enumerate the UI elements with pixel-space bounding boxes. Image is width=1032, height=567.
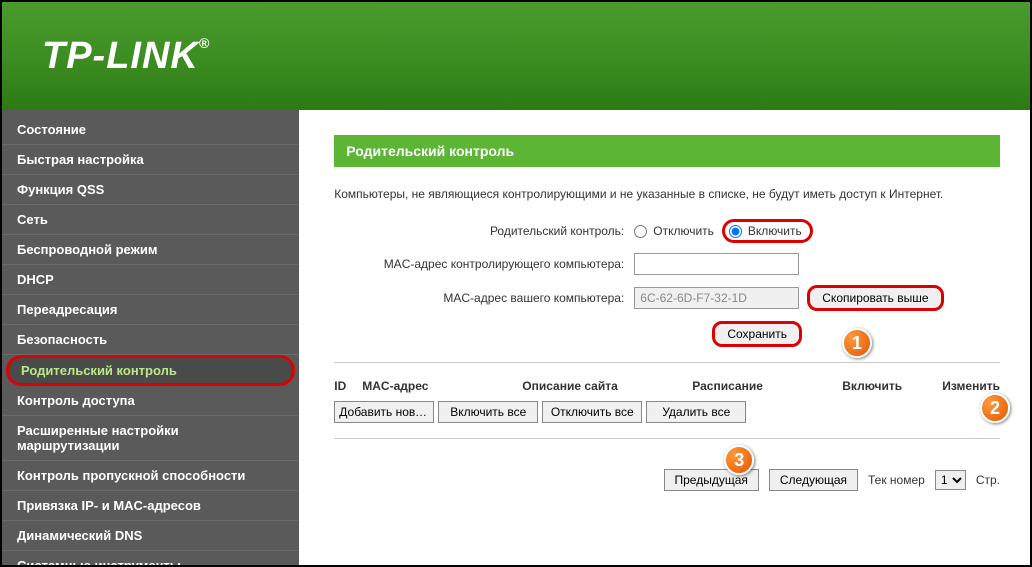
th-id: ID bbox=[334, 379, 362, 393]
main-panel: Родительский контроль Компьютеры, не явл… bbox=[299, 110, 1030, 565]
sidebar-item-dhcp[interactable]: DHCP bbox=[2, 265, 299, 295]
delete-all-button[interactable]: Удалить все bbox=[646, 401, 746, 423]
enable-all-button[interactable]: Включить все bbox=[438, 401, 538, 423]
table-actions: Добавить новую Включить все Отключить вс… bbox=[334, 401, 1000, 423]
page-title: Родительский контроль bbox=[334, 135, 1000, 167]
page-suffix: Стр. bbox=[976, 473, 1000, 487]
sidebar-item-wireless[interactable]: Беспроводной режим bbox=[2, 235, 299, 265]
sidebar-item-ip-mac-binding[interactable]: Привязка IP- и MAC-адресов bbox=[2, 491, 299, 521]
sidebar-item-access-control[interactable]: Контроль доступа bbox=[2, 386, 299, 416]
sidebar-item-quicksetup[interactable]: Быстрая настройка bbox=[2, 145, 299, 175]
save-button[interactable]: Сохранить bbox=[712, 321, 802, 347]
ctrl-mac-input[interactable] bbox=[634, 253, 799, 275]
radio-disable-label: Отключить bbox=[653, 224, 714, 238]
sidebar: Состояние Быстрая настройка Функция QSS … bbox=[2, 110, 299, 565]
label-your-mac: MAC-адрес вашего компьютера: bbox=[334, 291, 634, 305]
copy-above-button[interactable]: Скопировать выше bbox=[807, 285, 943, 311]
sidebar-item-ddns[interactable]: Динамический DNS bbox=[2, 521, 299, 551]
label-ctrl-mac: MAC-адрес контролирующего компьютера: bbox=[334, 257, 634, 271]
header: TP-LINK® bbox=[2, 2, 1030, 110]
your-mac-input bbox=[634, 287, 799, 309]
sidebar-item-routing[interactable]: Расширенные настройки маршрутизации bbox=[2, 416, 299, 461]
callout-1: 1 bbox=[842, 328, 872, 358]
th-sched: Расписание bbox=[692, 379, 842, 393]
th-change: Изменить bbox=[942, 379, 1000, 393]
divider bbox=[334, 438, 1000, 439]
th-desc: Описание сайта bbox=[522, 379, 692, 393]
th-mac: MAC-адрес bbox=[362, 379, 522, 393]
sidebar-item-security[interactable]: Безопасность bbox=[2, 325, 299, 355]
sidebar-item-status[interactable]: Состояние bbox=[2, 115, 299, 145]
sidebar-item-parental-control[interactable]: Родительский контроль bbox=[6, 355, 295, 386]
label-parental-control: Родительский контроль: bbox=[334, 224, 634, 238]
sidebar-item-network[interactable]: Сеть bbox=[2, 205, 299, 235]
callout-2: 2 bbox=[980, 393, 1010, 423]
disable-all-button[interactable]: Отключить все bbox=[542, 401, 642, 423]
divider bbox=[334, 362, 1000, 363]
sidebar-item-system-tools[interactable]: Системные инструменты bbox=[2, 551, 299, 567]
pager: Предыдущая Следующая Тек номер 1 Стр. bbox=[334, 469, 1000, 491]
brand-logo: TP-LINK® bbox=[42, 35, 210, 78]
table-header: ID MAC-адрес Описание сайта Расписание В… bbox=[334, 375, 1000, 397]
th-enable: Включить bbox=[842, 379, 942, 393]
radio-enable-label: Включить bbox=[748, 224, 802, 238]
sidebar-item-bandwidth[interactable]: Контроль пропускной способности bbox=[2, 461, 299, 491]
current-page-label: Тек номер bbox=[868, 473, 925, 487]
add-new-button[interactable]: Добавить новую bbox=[334, 401, 434, 423]
radio-disable[interactable] bbox=[634, 225, 647, 238]
sidebar-item-forwarding[interactable]: Переадресация bbox=[2, 295, 299, 325]
next-page-button[interactable]: Следующая bbox=[769, 469, 858, 491]
radio-enable[interactable] bbox=[729, 225, 742, 238]
info-text: Компьютеры, не являющиеся контролирующим… bbox=[334, 187, 1000, 201]
sidebar-item-qss[interactable]: Функция QSS bbox=[2, 175, 299, 205]
page-select[interactable]: 1 bbox=[935, 470, 966, 490]
